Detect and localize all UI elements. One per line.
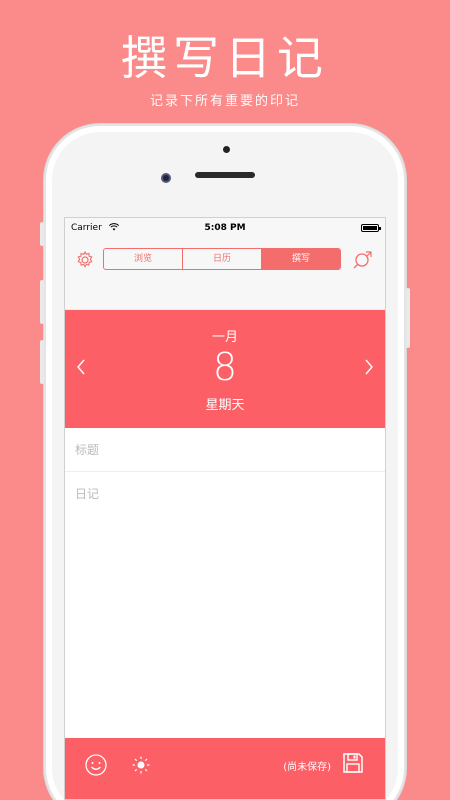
diary-body-input[interactable]: 日记 [65, 472, 385, 740]
status-time: 5:08 PM [204, 223, 246, 233]
volume-down-button [40, 340, 44, 384]
view-segmented-control: 浏览 日历 撰写 [103, 248, 341, 270]
promo-title: 撰写日记 [121, 31, 329, 85]
phone-sensor [223, 146, 230, 153]
title-input[interactable]: 标题 [65, 428, 385, 472]
tab-browse[interactable]: 浏览 [104, 249, 183, 269]
smile-icon[interactable] [84, 753, 108, 777]
status-bar: Carrier 5:08 PM [65, 218, 385, 238]
power-button [406, 288, 410, 348]
month-label: 一月 [211, 330, 238, 345]
nav-bar: 浏览 日历 撰写 [65, 238, 385, 310]
gear-icon[interactable] [75, 250, 95, 270]
promo-subtitle: 记录下所有重要的印记 [149, 94, 300, 109]
battery-icon [361, 224, 381, 232]
bottom-toolbar: (尚未保存) [65, 738, 385, 799]
phone-camera [161, 173, 171, 183]
weekday-label: 星期天 [205, 398, 245, 413]
app-screen: Carrier 5:08 PM 浏览 日历 撰写 一月 8 星期天 标题 日记 … [64, 217, 386, 800]
search-icon[interactable] [351, 248, 375, 272]
volume-up-button [40, 280, 44, 324]
save-icon[interactable] [341, 751, 365, 775]
chevron-right-icon[interactable] [363, 358, 375, 376]
side-button [40, 222, 44, 246]
day-number: 8 [212, 345, 238, 389]
tab-write[interactable]: 撰写 [262, 249, 340, 269]
phone-speaker [195, 172, 255, 178]
save-status: (尚未保存) [283, 762, 331, 773]
tab-calendar[interactable]: 日历 [183, 249, 262, 269]
sun-icon[interactable] [131, 755, 151, 775]
date-header: 一月 8 星期天 [65, 310, 385, 428]
